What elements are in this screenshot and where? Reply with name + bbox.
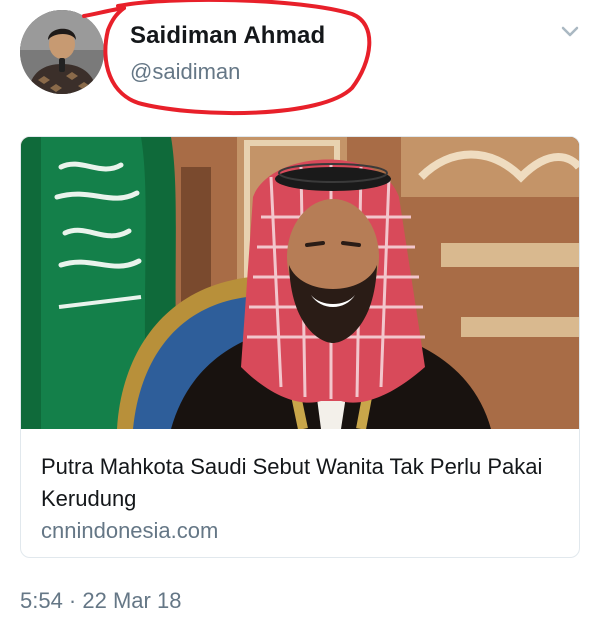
card-title[interactable]: Putra Mahkota Saudi Sebut Wanita Tak Per… <box>41 451 561 515</box>
author-name[interactable]: Saidiman Ahmad <box>130 22 325 50</box>
tweet-timestamp[interactable]: 5:54 · 22 Mar 18 <box>20 588 181 614</box>
chevron-down-icon[interactable] <box>556 22 584 42</box>
author-handle[interactable]: @saidiman <box>130 59 240 85</box>
card-image[interactable] <box>21 137 579 429</box>
card-domain: cnnindonesia.com <box>41 518 219 543</box>
link-card[interactable]: Putra Mahkota Saudi Sebut Wanita Tak Per… <box>20 136 580 558</box>
avatar[interactable] <box>20 10 104 94</box>
